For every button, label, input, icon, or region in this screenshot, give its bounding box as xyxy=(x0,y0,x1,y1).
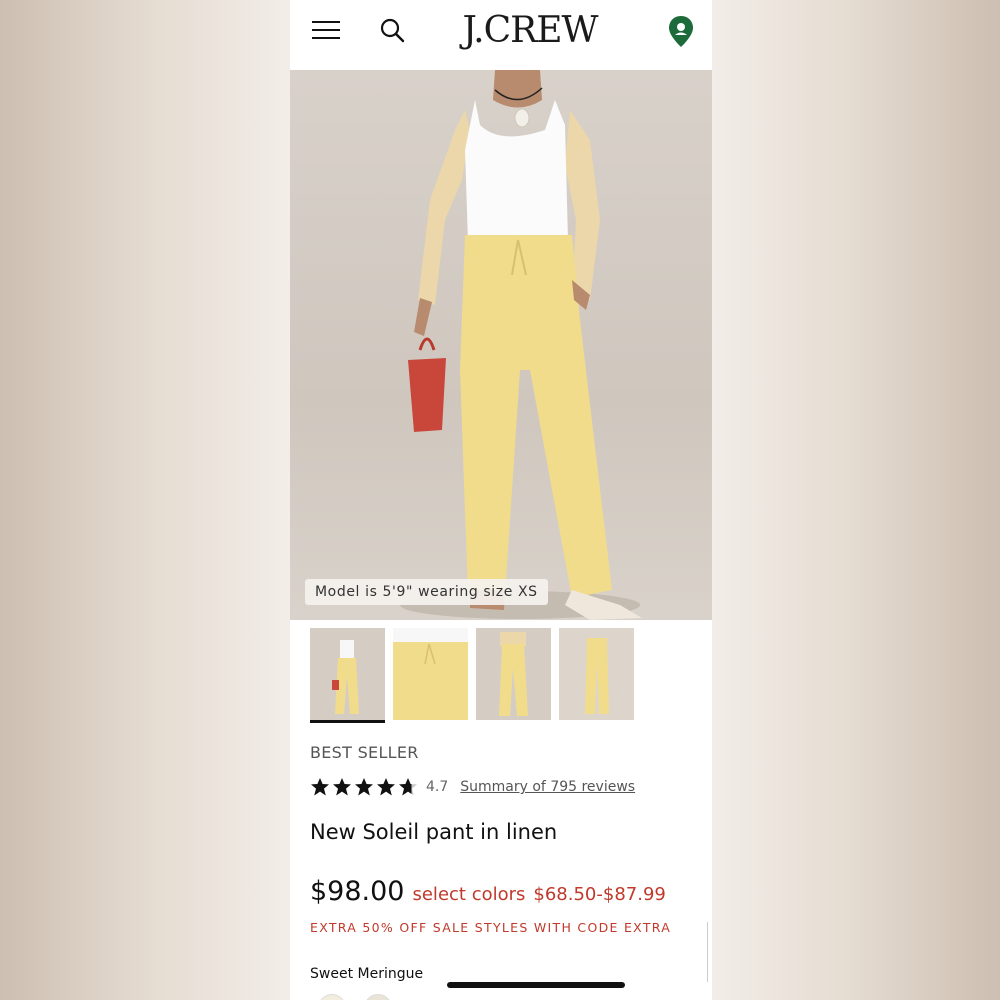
rating-value: 4.7 xyxy=(426,779,449,795)
scroll-edge xyxy=(707,922,711,982)
sale-price-range: $68.50-$87.99 xyxy=(533,884,666,905)
rating-row: 4.7 Summary of 795 reviews xyxy=(310,775,635,799)
backdrop-right xyxy=(712,0,1000,1000)
search-icon[interactable] xyxy=(378,16,408,46)
phone-screen: J.CREW Model is 5'9" wearing size XS BES… xyxy=(290,0,712,1000)
model-size-caption: Model is 5'9" wearing size XS xyxy=(305,579,548,605)
home-indicator[interactable] xyxy=(447,982,625,988)
color-swatch[interactable] xyxy=(364,994,392,1000)
backdrop-left xyxy=(0,0,290,1000)
color-swatch[interactable] xyxy=(318,994,346,1000)
product-title: New Soleil pant in linen xyxy=(310,820,558,844)
star-icon xyxy=(377,778,395,796)
star-icon xyxy=(311,778,329,796)
selected-color-name: Sweet Meringue xyxy=(310,966,424,982)
price-row: $98.00 select colors $68.50-$87.99 xyxy=(310,876,666,907)
model-photo xyxy=(400,70,642,620)
top-navigation-bar: J.CREW xyxy=(290,0,712,70)
regular-price: $98.00 xyxy=(310,876,405,907)
product-hero-image[interactable]: Model is 5'9" wearing size XS xyxy=(290,70,712,620)
brand-logo[interactable]: J.CREW xyxy=(430,10,630,51)
thumbnail-flat-lay[interactable] xyxy=(559,628,634,720)
best-seller-badge: BEST SELLER xyxy=(310,743,419,762)
star-icon xyxy=(399,778,417,796)
sale-colors-label: select colors xyxy=(412,884,526,905)
star-icon xyxy=(333,778,351,796)
thumbnail-back-view[interactable] xyxy=(476,628,551,720)
promo-message: EXTRA 50% OFF SALE STYLES WITH CODE EXTR… xyxy=(310,920,672,935)
thumbnail-waist-detail[interactable] xyxy=(393,628,468,720)
reviews-summary-link[interactable]: Summary of 795 reviews xyxy=(460,779,635,795)
star-icon xyxy=(355,778,373,796)
thumbnail-full-look[interactable] xyxy=(310,628,385,723)
star-rating xyxy=(310,777,418,797)
menu-icon[interactable] xyxy=(312,19,342,41)
location-pin-icon[interactable] xyxy=(666,14,696,50)
